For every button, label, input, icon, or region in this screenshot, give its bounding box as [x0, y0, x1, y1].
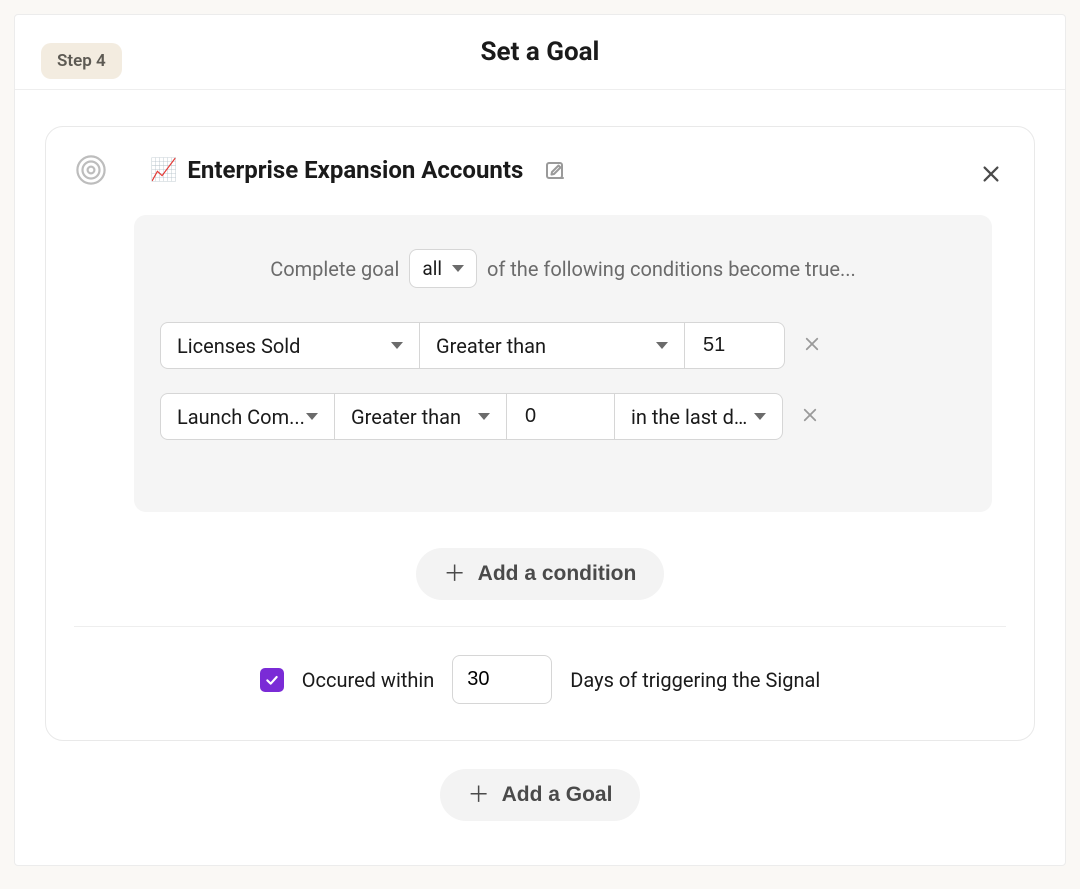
condition-field-select[interactable]: Launch Com...	[160, 393, 335, 440]
close-icon	[801, 406, 819, 424]
remove-condition-button[interactable]	[783, 404, 825, 430]
add-condition-area: ＋ Add a condition	[74, 548, 1006, 600]
intro-suffix: of the following conditions become true.…	[487, 257, 856, 281]
edit-icon	[543, 158, 567, 182]
add-goal-label: Add a Goal	[502, 783, 613, 807]
match-mode-select[interactable]: all	[409, 249, 477, 288]
add-condition-label: Add a condition	[478, 562, 637, 586]
goal-header: 📈 Enterprise Expansion Accounts	[74, 153, 1006, 187]
occurred-within-label-right: Days of triggering the Signal	[570, 668, 820, 692]
chevron-down-icon	[306, 413, 318, 420]
condition-row: Launch Com... Greater than in the last d…	[160, 393, 966, 440]
condition-operator-select[interactable]: Greater than	[335, 393, 507, 440]
step-badge: Step 4	[41, 43, 122, 79]
goal-emoji-icon: 📈	[150, 158, 177, 183]
target-icon	[74, 153, 108, 187]
conditions-intro: Complete goal all of the following condi…	[160, 249, 966, 288]
occurred-within-row: Occured within Days of triggering the Si…	[74, 627, 1006, 740]
occurred-within-checkbox[interactable]	[260, 668, 284, 692]
check-icon	[264, 672, 280, 688]
condition-operator-value: Greater than	[351, 405, 478, 429]
condition-field-value: Licenses Sold	[177, 334, 391, 358]
condition-value-field[interactable]	[701, 333, 768, 358]
plus-icon: ＋	[444, 563, 466, 585]
condition-field-value: Launch Com...	[177, 405, 306, 429]
panel-header: Step 4 Set a Goal	[15, 15, 1065, 90]
occurred-within-label-left: Occured within	[302, 668, 435, 692]
condition-value-field[interactable]	[523, 404, 598, 429]
goal-card: 📈 Enterprise Expansion Accounts Complete…	[45, 126, 1035, 741]
condition-row: Licenses Sold Greater than	[160, 322, 966, 369]
step-panel: Step 4 Set a Goal 📈 Enterprise Expansion…	[14, 14, 1066, 866]
add-goal-area: ＋ Add a Goal	[15, 741, 1065, 865]
close-icon	[980, 163, 1002, 185]
condition-operator-value: Greater than	[436, 334, 656, 358]
condition-operator-select[interactable]: Greater than	[420, 322, 685, 369]
condition-timeframe-select[interactable]: in the last day	[615, 393, 783, 440]
close-icon	[803, 335, 821, 353]
condition-value-input[interactable]	[685, 322, 785, 369]
add-goal-button[interactable]: ＋ Add a Goal	[440, 769, 641, 821]
page-frame: Step 4 Set a Goal 📈 Enterprise Expansion…	[0, 0, 1080, 889]
conditions-box: Complete goal all of the following condi…	[134, 215, 992, 512]
condition-timeframe-value: in the last day	[631, 405, 754, 429]
close-goal-button[interactable]	[976, 159, 1006, 192]
condition-value-input[interactable]	[507, 393, 615, 440]
chevron-down-icon	[452, 265, 464, 272]
goal-title: Enterprise Expansion Accounts	[187, 156, 523, 184]
condition-field-select[interactable]: Licenses Sold	[160, 322, 420, 369]
intro-prefix: Complete goal	[270, 257, 399, 281]
add-condition-button[interactable]: ＋ Add a condition	[416, 548, 665, 600]
chevron-down-icon	[478, 413, 490, 420]
chevron-down-icon	[754, 413, 766, 420]
page-title: Set a Goal	[15, 37, 1065, 67]
chevron-down-icon	[391, 342, 403, 349]
plus-icon: ＋	[468, 784, 490, 806]
match-mode-value: all	[422, 257, 442, 280]
edit-goal-title-button[interactable]	[539, 154, 571, 186]
chevron-down-icon	[656, 342, 668, 349]
occurred-within-days-input[interactable]	[452, 655, 552, 704]
remove-condition-button[interactable]	[785, 333, 827, 359]
